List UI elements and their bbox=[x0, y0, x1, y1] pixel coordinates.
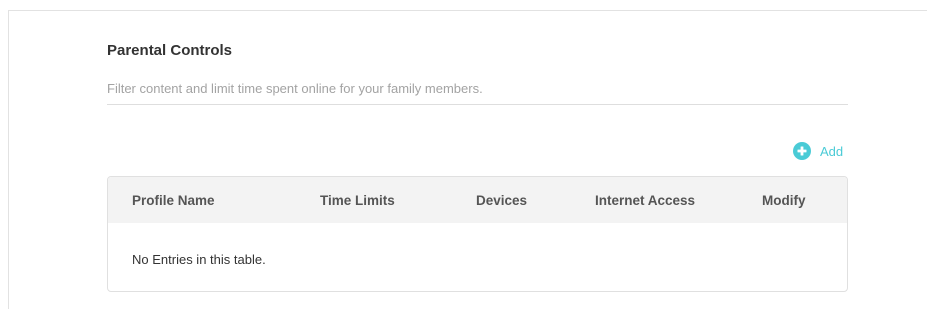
column-header-profile-name: Profile Name bbox=[132, 193, 215, 208]
column-header-internet-access: Internet Access bbox=[595, 193, 696, 208]
page-description: Filter content and limit time spent onli… bbox=[107, 81, 483, 96]
add-label: Add bbox=[820, 143, 844, 159]
column-header-devices: Devices bbox=[476, 193, 528, 208]
table-header: Profile Name Time Limits Devices Interne… bbox=[108, 177, 847, 223]
profiles-table: Profile Name Time Limits Devices Interne… bbox=[107, 176, 848, 292]
add-profile-button[interactable]: Add bbox=[793, 142, 843, 160]
column-header-time-limits: Time Limits bbox=[320, 193, 395, 208]
plus-circle-icon bbox=[793, 142, 811, 160]
empty-table-message: No Entries in this table. bbox=[132, 252, 266, 267]
column-header-modify: Modify bbox=[762, 193, 806, 208]
divider bbox=[107, 104, 848, 105]
parental-controls-panel: Parental Controls Filter content and lim… bbox=[8, 10, 927, 309]
page-title: Parental Controls bbox=[107, 42, 233, 59]
